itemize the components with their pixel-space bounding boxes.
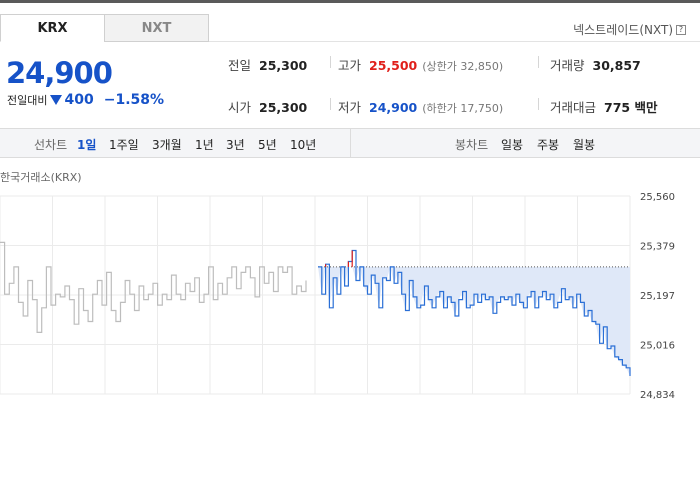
- period-1w-button[interactable]: 1주일: [109, 136, 139, 153]
- stat-amount: 거래대금 775 백만: [550, 97, 657, 116]
- stat-prev: 전일 25,300: [228, 55, 307, 74]
- divider: [330, 98, 331, 110]
- divider: [538, 56, 539, 68]
- divider: [538, 98, 539, 110]
- stat-high-label: 고가: [338, 58, 362, 73]
- price-chart: 25,560 25,379 25,197 25,016 24,834: [0, 192, 675, 400]
- stat-high: 고가 25,500 (상한가 32,850): [338, 55, 503, 74]
- tab-krx[interactable]: KRX: [0, 14, 105, 42]
- nxt-link[interactable]: 넥스트레이드(NXT) ?: [573, 21, 686, 38]
- down-triangle-icon: [50, 95, 63, 105]
- toolbar-divider: [350, 129, 351, 157]
- stat-low-value: 24,900: [369, 100, 418, 115]
- stat-amount-label: 거래대금: [550, 100, 597, 115]
- period-1y-button[interactable]: 1년: [195, 136, 214, 153]
- change-label: 전일대비: [7, 94, 48, 107]
- stat-high-sub: (상한가 32,850): [422, 60, 504, 73]
- change-value: 400: [64, 92, 94, 108]
- candle-weekly-button[interactable]: 주봉: [537, 136, 559, 153]
- tab-nxt[interactable]: NXT: [104, 14, 209, 42]
- chart-toolbar: 선차트 1일 1주일 3개월 1년 3년 5년 10년 봉차트 일봉 주봉 월봉: [0, 128, 700, 158]
- below-prev-fill: [318, 266, 630, 376]
- stat-low-label: 저가: [338, 100, 362, 115]
- current-price: 24,900: [6, 56, 113, 90]
- stat-volume-value: 30,857: [592, 58, 641, 73]
- stat-open-value: 25,300: [259, 100, 308, 115]
- candle-monthly-button[interactable]: 월봉: [573, 136, 595, 153]
- period-3y-button[interactable]: 3년: [226, 136, 245, 153]
- stat-prev-value: 25,300: [259, 58, 308, 73]
- help-icon[interactable]: ?: [676, 24, 686, 35]
- period-10y-button[interactable]: 10년: [290, 136, 316, 153]
- stat-open-label: 시가: [228, 100, 252, 115]
- divider: [330, 56, 331, 68]
- price-change: 전일대비 400 −1.58%: [7, 92, 164, 108]
- top-border: [0, 0, 700, 3]
- y-tick-label: 24,834: [640, 390, 675, 400]
- y-tick-label: 25,560: [640, 192, 675, 203]
- nxt-link-label: 넥스트레이드(NXT): [573, 23, 673, 37]
- stat-volume: 거래량 30,857: [550, 55, 641, 74]
- stat-low-sub: (하한가 17,750): [422, 102, 504, 115]
- period-5y-button[interactable]: 5년: [258, 136, 277, 153]
- stat-prev-label: 전일: [228, 58, 252, 73]
- y-tick-label: 25,016: [640, 341, 675, 352]
- tab-underline: [209, 41, 700, 42]
- pre-market-line: [0, 241, 307, 333]
- y-tick-label: 25,197: [640, 291, 675, 302]
- candle-daily-button[interactable]: 일봉: [501, 136, 523, 153]
- period-1d-button[interactable]: 1일: [77, 136, 96, 153]
- y-tick-label: 25,379: [640, 242, 675, 253]
- candle-chart-label: 봉차트: [455, 138, 489, 152]
- stat-open: 시가 25,300: [228, 97, 307, 116]
- stat-low: 저가 24,900 (하한가 17,750): [338, 97, 503, 116]
- stat-high-value: 25,500: [369, 58, 418, 73]
- line-chart-label: 선차트: [34, 138, 68, 152]
- period-3m-button[interactable]: 3개월: [152, 136, 182, 153]
- change-percent: −1.58%: [103, 92, 165, 108]
- stat-volume-label: 거래량: [550, 58, 585, 73]
- stat-amount-value: 775 백만: [604, 100, 658, 115]
- y-axis-labels: 25,560 25,379 25,197 25,016 24,834: [640, 192, 675, 400]
